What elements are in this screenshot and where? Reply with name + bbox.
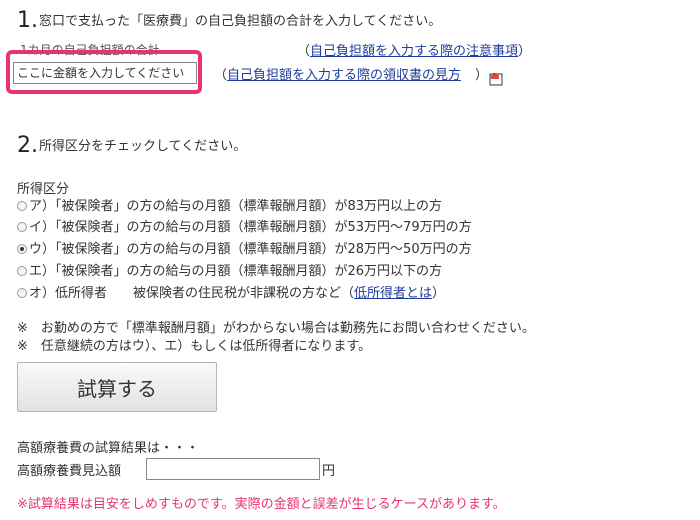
paren-open: （ [297,44,311,59]
receipt-link-wrap: （自己負担額を入力する際の領収書の見方 ） [214,64,488,83]
section1-heading-text: 窓口で支払った「医療費」の自己負担額の合計を入力してください。 [39,14,442,29]
paren-close: ） [475,68,489,83]
notes-link-wrap: （自己負担額を入力する際の注意事項） [297,40,531,59]
paren-close: ） [432,286,446,301]
paren-close: ） [518,44,532,59]
income-group-label: 所得区分 [17,182,70,197]
radio-o[interactable] [17,288,27,298]
result-heading: 高額療養費の試算結果は・・・ [17,441,200,456]
paren-open: （ [214,68,228,83]
income-option-e-label: エ）「被保険者」の方の給与の月額（標準報酬月額）が26万円以下の方 [29,264,443,279]
amount-input[interactable] [13,62,197,84]
yen-unit: 円 [322,464,336,479]
result-amount-field [146,458,320,480]
section2-heading: 2.所得区分をチェックしてください。 [17,133,246,158]
result-field-label: 高額療養費見込額 [17,464,122,479]
income-option-o[interactable]: オ）低所得者 被保険者の住民税が非課税の方など（低所得者とは） [17,283,445,305]
section2-number: 2. [17,133,38,158]
receipt-link[interactable]: 自己負担額を入力する際の領収書の見方 [227,68,461,83]
section1-number: 1. [17,8,38,33]
income-option-u-label: ウ）「被保険者」の方の給与の月額（標準報酬月額）が28万円～50万円の方 [29,242,472,257]
income-option-i[interactable]: イ）「被保険者」の方の給与の月額（標準報酬月額）が53万円～79万円の方 [17,217,472,239]
radio-e[interactable] [17,266,27,276]
section2-heading-text: 所得区分をチェックしてください。 [39,139,247,154]
low-income-link[interactable]: 低所得者とは [354,286,432,301]
radio-u[interactable] [17,244,27,254]
calculate-button[interactable]: 試算する [17,362,217,412]
income-option-u[interactable]: ウ）「被保険者」の方の給与の月額（標準報酬月額）が28万円～50万円の方 [17,239,472,261]
note-2: ※ 任意継続の方はウ）、エ）もしくは低所得者になります。 [17,339,372,354]
income-option-o-label: オ）低所得者 被保険者の住民税が非課税の方など（ [29,286,355,301]
income-option-e[interactable]: エ）「被保険者」の方の給与の月額（標準報酬月額）が26万円以下の方 [17,261,442,283]
hand-cursor-icon [489,73,503,86]
radio-i[interactable] [17,222,27,232]
radio-a[interactable] [17,201,27,211]
section1-heading: 1.窓口で支払った「医療費」の自己負担額の合計を入力してください。 [17,8,441,33]
income-option-a-label: ア）「被保険者」の方の給与の月額（標準報酬月額）が83万円以上の方 [29,199,443,214]
notes-link[interactable]: 自己負担額を入力する際の注意事項 [310,44,518,59]
income-option-i-label: イ）「被保険者」の方の給与の月額（標準報酬月額）が53万円～79万円の方 [29,220,472,235]
result-warning: ※試算結果は目安をしめすものです。実際の金額と誤差が生じるケースがあります。 [17,497,506,512]
income-option-a[interactable]: ア）「被保険者」の方の給与の月額（標準報酬月額）が83万円以上の方 [17,196,442,218]
note-1: ※ お勤めの方で「標準報酬月額」がわからない場合は勤務先にお問い合わせください。 [17,321,535,336]
